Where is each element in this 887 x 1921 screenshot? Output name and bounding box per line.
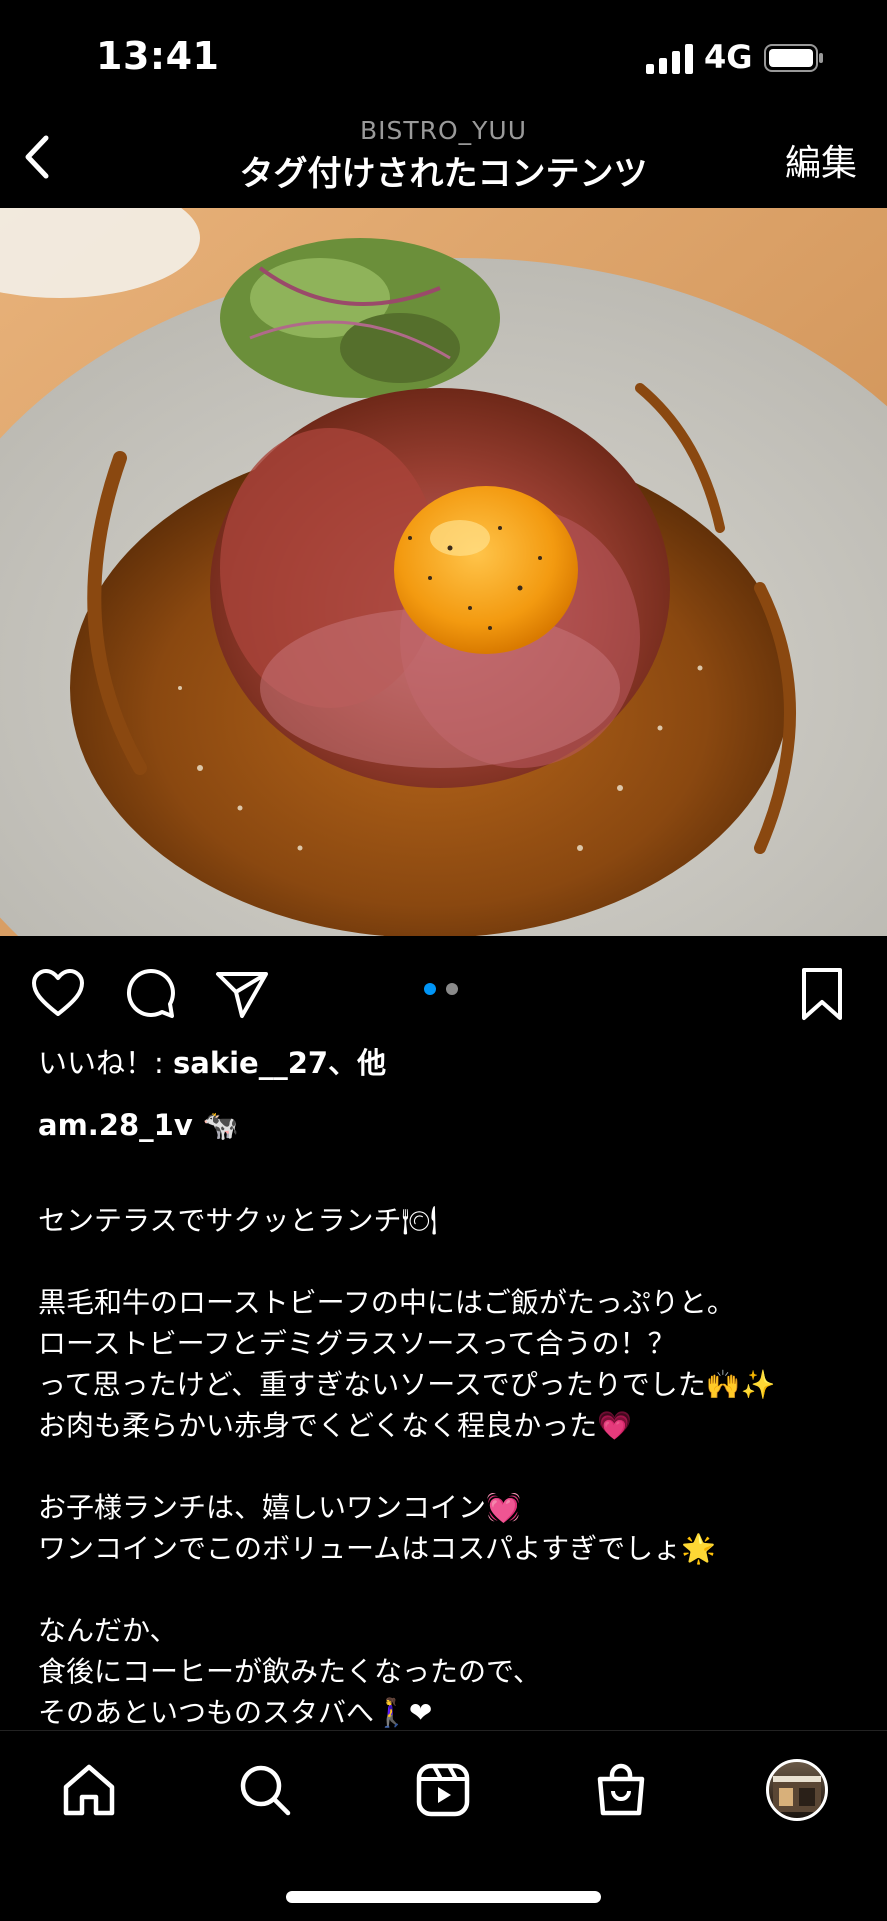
page-title: タグ付けされたコンテンツ xyxy=(239,154,648,194)
battery-icon xyxy=(764,44,823,72)
carousel-dot xyxy=(446,983,458,995)
roast-beef-photo xyxy=(0,208,887,936)
status-bar: 13:41 4G xyxy=(0,0,887,110)
top-nav: BISTRO_YUU タグ付けされたコンテンツ 編集 xyxy=(0,110,887,208)
reels-icon[interactable] xyxy=(414,1761,472,1819)
profile-avatar[interactable] xyxy=(766,1759,828,1821)
likes-line: いいね！: sakie__27、他 xyxy=(38,1040,386,1082)
home-icon[interactable] xyxy=(60,1761,118,1819)
post-caption: センテラスでサクッとランチ🍽 黒毛和牛のローストビーフの中にはご飯がたっぷりと。… xyxy=(38,1204,776,1729)
heart-icon[interactable] xyxy=(30,966,86,1022)
post-image[interactable] xyxy=(0,208,887,936)
storefront-thumbnail xyxy=(773,1776,821,1812)
share-icon[interactable] xyxy=(214,966,270,1022)
bottom-tab-bar xyxy=(0,1730,887,1921)
account-name: BISTRO_YUU xyxy=(359,116,528,145)
search-icon[interactable] xyxy=(236,1761,294,1819)
carousel-indicator xyxy=(424,980,468,999)
signal-icon xyxy=(646,44,693,74)
likes-suffix[interactable]: 、他 xyxy=(328,1046,386,1080)
shop-icon[interactable] xyxy=(592,1761,650,1819)
likes-user-link[interactable]: sakie__27 xyxy=(173,1046,328,1080)
bookmark-icon[interactable] xyxy=(794,966,850,1022)
edit-button[interactable]: 編集 xyxy=(785,134,857,186)
likes-prefix: いいね！: xyxy=(38,1046,173,1080)
carousel-dot-active xyxy=(424,983,436,995)
comment-icon[interactable] xyxy=(122,966,178,1022)
home-indicator xyxy=(286,1891,601,1903)
status-time: 13:41 xyxy=(96,34,220,78)
post-author[interactable]: am.28_1v 🐄 xyxy=(38,1108,239,1143)
network-label: 4G xyxy=(704,38,753,76)
